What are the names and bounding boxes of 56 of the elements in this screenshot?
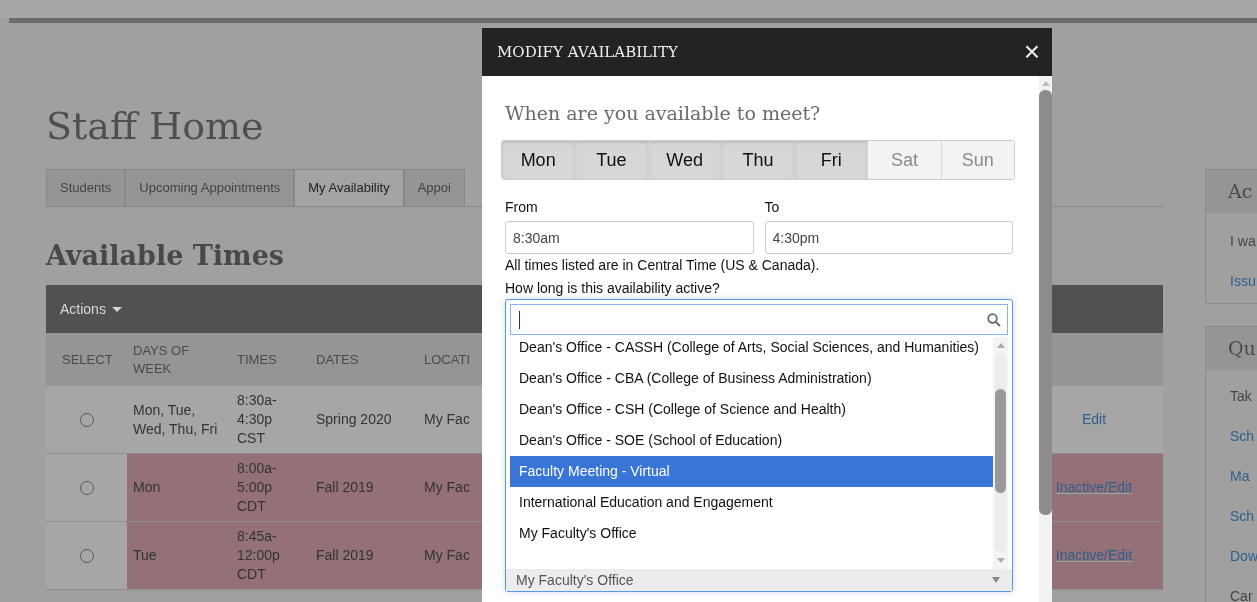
table-cell-text: Mon: [132, 478, 162, 497]
section-title: Available Times: [46, 239, 285, 273]
scrollbar[interactable]: [993, 337, 1008, 569]
table-cell-text: Fall 2019: [315, 546, 375, 565]
column-header: LOCATI: [423, 350, 471, 369]
table-cell-text: 8:30a-4:30p CST: [236, 391, 278, 448]
dropdown-option[interactable]: Dean's Office - CSH (College of Science and Health): [510, 394, 993, 425]
panel-title: Ac: [1206, 170, 1257, 213]
tab[interactable]: Upcoming Appointments: [125, 169, 295, 206]
dropdown-option[interactable]: International Education and Engagement: [510, 487, 993, 518]
day-toggle[interactable]: Thu: [721, 141, 796, 179]
tab[interactable]: My Availability: [294, 169, 404, 206]
search-field[interactable]: [510, 304, 1008, 335]
scrollbar[interactable]: [1039, 76, 1052, 602]
actions-menu[interactable]: Actions: [60, 301, 122, 317]
day-toggle[interactable]: Fri: [795, 141, 869, 179]
table-cell-text: Spring 2020: [315, 410, 393, 429]
day-toggle[interactable]: Wed: [648, 141, 722, 179]
caret-icon: [111, 306, 122, 312]
panel-text: Car: [1230, 587, 1254, 602]
dropdown-option[interactable]: Faculty Meeting - Virtual: [510, 456, 993, 487]
field-label: From: [505, 198, 539, 216]
column-header: DAYS OF WEEK: [132, 341, 191, 378]
column-header: SELECT: [61, 350, 114, 369]
tab[interactable]: Appoi: [403, 169, 465, 206]
dropdown-option[interactable]: Dean's Office - CBA (College of Business Administration): [510, 363, 993, 394]
caret-icon: [992, 577, 1000, 583]
table-cell-text: My Fac: [423, 478, 471, 497]
time-field[interactable]: 8:30am: [505, 221, 754, 254]
question-heading: When are you available to meet?: [505, 101, 822, 126]
search-icon: [987, 312, 1001, 327]
field-label: To: [764, 198, 781, 216]
page-title: Staff Home: [46, 103, 264, 149]
day-toggle[interactable]: Tue: [575, 141, 649, 179]
timezone-note: All times listed are in Central Time (US & Canada).: [505, 256, 821, 274]
panel-text: I wa: [1230, 232, 1257, 251]
table-cell-text: Mon, Tue, Wed, Thu, Fri: [132, 400, 219, 439]
dropdown-option[interactable]: Dean's Office - CASSH (College of Arts, Social Sciences, and Humanities): [510, 337, 993, 363]
table-cell-text: Fall 2019: [315, 478, 375, 497]
table-cell-text: 8:00a-5:00p CDT: [236, 459, 278, 516]
dropdown-option[interactable]: Dean's Office - SOE (School of Education): [510, 425, 993, 456]
column-header: DATES: [315, 350, 360, 369]
table-cell-text: My Fac: [423, 546, 471, 565]
panel-title: Qu: [1206, 327, 1257, 370]
field-label: How long is this availability active?: [505, 279, 721, 297]
tab[interactable]: Students: [46, 169, 126, 206]
dropdown-option[interactable]: My Faculty's Office: [510, 518, 993, 549]
time-field[interactable]: 4:30pm: [764, 221, 1013, 254]
location-select[interactable]: My Faculty's Office: [506, 569, 1012, 591]
modal-title: MODIFY AVAILABILITY: [497, 43, 678, 61]
table-cell-text: 8:45a-12:00p CDT: [236, 527, 281, 584]
table-cell-text: Tue: [132, 546, 158, 565]
panel-text: Tak: [1230, 387, 1253, 406]
column-header: TIMES: [236, 350, 278, 369]
close-button[interactable]: ×: [1023, 37, 1040, 67]
day-toggle[interactable]: Mon: [502, 141, 576, 179]
